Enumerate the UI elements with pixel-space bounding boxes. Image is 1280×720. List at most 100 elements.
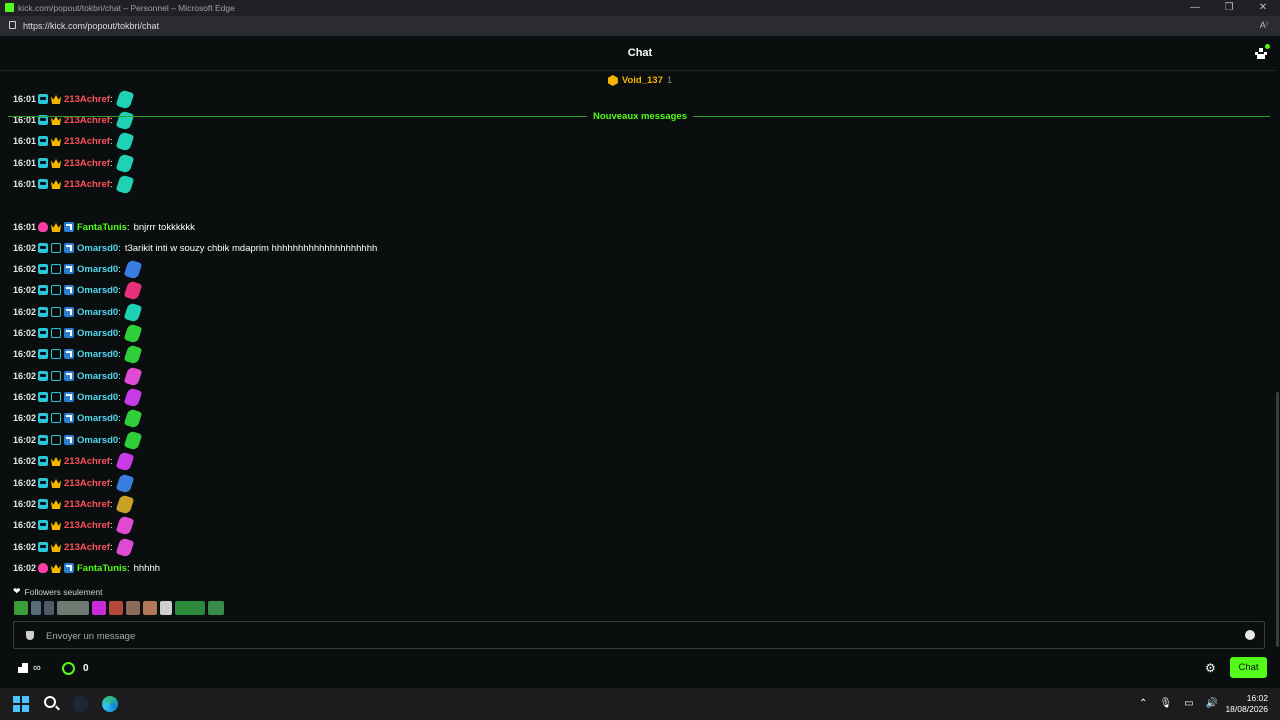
quick-emote-icon[interactable] [160,601,172,615]
windows-start-icon[interactable] [13,696,29,712]
emote-icon[interactable] [115,536,134,558]
emote-icon[interactable] [123,343,143,365]
booster-badge-icon[interactable] [64,285,74,295]
emote-icon[interactable] [123,258,143,280]
steam-icon[interactable] [73,696,89,712]
multi-badge-icon[interactable] [51,328,61,338]
crown-badge-icon[interactable] [51,137,61,146]
message-username[interactable]: Omarsd0 [77,243,118,254]
subscriber-badge-icon[interactable] [38,392,48,402]
subscriber-badge-icon[interactable] [38,307,48,317]
quick-emote-icon[interactable] [57,601,89,615]
microphone-icon[interactable]: 🎙 [1159,698,1172,709]
booster-badge-icon[interactable] [64,563,74,573]
subscriber-badge-icon[interactable] [38,349,48,359]
subscriber-badge-icon[interactable] [38,456,48,466]
emote-icon[interactable] [123,386,143,408]
booster-badge-icon[interactable] [64,413,74,423]
emote-icon[interactable] [123,301,143,323]
crown-badge-icon[interactable] [51,223,61,232]
kick-infinity-control[interactable]: ∞ [18,662,41,674]
read-aloud-icon[interactable]: A⁾ [1260,20,1268,31]
quick-emote-icon[interactable] [143,601,157,615]
restore-icon[interactable]: ❐ [1212,0,1246,16]
message-username[interactable]: Omarsd0 [77,328,118,339]
minimize-icon[interactable]: — [1178,0,1212,16]
emote-icon[interactable] [115,450,134,472]
message-username[interactable]: 213Achref [64,542,110,553]
quick-emote-icon[interactable] [44,601,54,615]
multi-badge-icon[interactable] [51,243,61,253]
subscriber-badge-icon[interactable] [38,285,48,295]
emoji-picker-icon[interactable] [1245,630,1255,640]
emote-icon[interactable] [115,130,134,152]
booster-badge-icon[interactable] [64,328,74,338]
quick-emote-icon[interactable] [14,601,28,615]
scrollbar[interactable] [1276,70,1280,647]
message-username[interactable]: Omarsd0 [77,307,118,318]
subscriber-badge-icon[interactable] [38,136,48,146]
multi-badge-icon[interactable] [51,435,61,445]
emote-icon[interactable] [123,322,143,344]
subscriber-badge-icon[interactable] [38,179,48,189]
pinned-gifter[interactable]: Void_137 1 [0,71,1280,91]
booster-badge-icon[interactable] [64,349,74,359]
emote-icon[interactable] [115,472,134,494]
message-username[interactable]: Omarsd0 [77,371,118,382]
crown-badge-icon[interactable] [51,159,61,168]
message-input[interactable] [44,627,1228,645]
subscriber-badge-icon[interactable] [38,371,48,381]
subscriber-badge-icon[interactable] [38,499,48,509]
multi-badge-icon[interactable] [51,307,61,317]
crown-badge-icon[interactable] [51,479,61,488]
message-username[interactable]: 213Achref [64,94,110,105]
message-username[interactable]: Omarsd0 [77,413,118,424]
subscriber-badge-icon[interactable] [38,264,48,274]
tray-chevron-up-icon[interactable]: ⌃ [1139,698,1147,709]
emote-icon[interactable] [123,429,143,451]
taskbar-search-icon[interactable] [44,696,56,708]
quick-emote-icon[interactable] [109,601,123,615]
shield-icon[interactable] [26,631,34,640]
quick-emote-icon[interactable] [92,601,106,615]
message-username[interactable]: 213Achref [64,478,110,489]
quick-emote-icon[interactable] [31,601,41,615]
emote-icon[interactable] [115,493,134,515]
crown-badge-icon[interactable] [51,500,61,509]
multi-badge-icon[interactable] [51,264,61,274]
subscriber-badge-icon[interactable] [38,328,48,338]
message-username[interactable]: FantaTunis [77,222,127,233]
scrollbar-thumb[interactable] [1276,392,1279,647]
pink-badge-icon[interactable] [38,222,48,232]
quick-emote-icon[interactable] [175,601,205,615]
subscriber-badge-icon[interactable] [38,542,48,552]
url-text[interactable]: https://kick.com/popout/tokbri/chat [23,21,159,31]
message-username[interactable]: Omarsd0 [77,435,118,446]
message-username[interactable]: 213Achref [64,499,110,510]
subscriber-badge-icon[interactable] [38,94,48,104]
subscriber-badge-icon[interactable] [38,435,48,445]
booster-badge-icon[interactable] [64,371,74,381]
message-username[interactable]: FantaTunis [77,563,127,574]
message-username[interactable]: 213Achref [64,456,110,467]
address-bar[interactable]: https://kick.com/popout/tokbri/chat A⁾ [0,16,1280,36]
booster-badge-icon[interactable] [64,392,74,402]
subscriber-badge-icon[interactable] [38,158,48,168]
multi-badge-icon[interactable] [51,392,61,402]
booster-badge-icon[interactable] [64,307,74,317]
edge-browser-icon[interactable] [102,696,118,712]
emote-icon[interactable] [115,173,134,195]
close-icon[interactable]: ✕ [1246,0,1280,16]
booster-badge-icon[interactable] [64,243,74,253]
subscriber-badge-icon[interactable] [38,243,48,253]
quick-emote-icon[interactable] [126,601,140,615]
booster-badge-icon[interactable] [64,222,74,232]
emote-icon[interactable] [123,365,143,387]
crown-badge-icon[interactable] [51,564,61,573]
crown-badge-icon[interactable] [51,95,61,104]
pink-badge-icon[interactable] [38,563,48,573]
users-icon[interactable] [1255,44,1270,59]
settings-gear-icon[interactable]: ⚙ [1205,662,1217,674]
booster-badge-icon[interactable] [64,435,74,445]
quick-emote-icon[interactable] [208,601,224,615]
